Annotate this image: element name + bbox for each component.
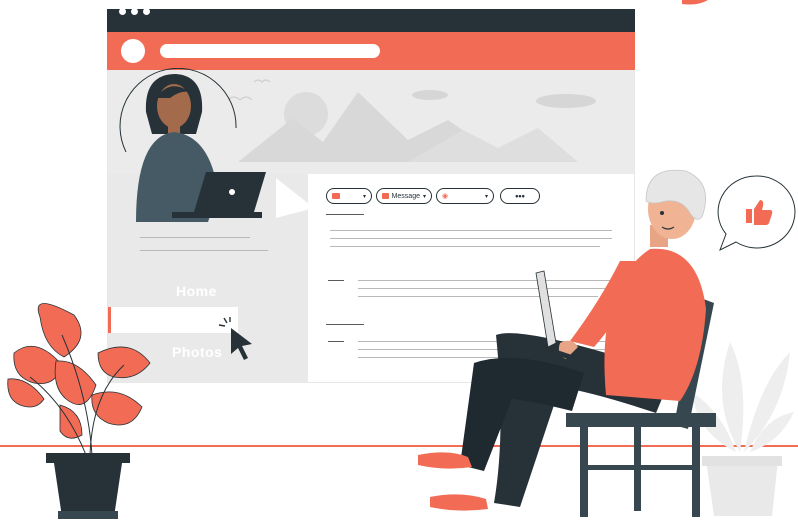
window-dot-icon — [143, 8, 150, 15]
window-titlebar — [107, 9, 635, 32]
window-dot-icon — [131, 8, 138, 15]
profile-circle-icon[interactable] — [121, 39, 145, 63]
nav-photos[interactable]: Photos — [172, 344, 222, 360]
content-line — [326, 214, 364, 215]
illustration-scene: Home Photos ▾ Message ▾ ◉ ▾ ••• — [0, 0, 798, 523]
like-button[interactable]: ▾ — [326, 188, 372, 204]
man-sitting-with-laptop-icon — [418, 169, 716, 517]
sidebar-line — [140, 237, 250, 238]
message-icon — [382, 193, 389, 199]
thumbs-up-icon — [332, 193, 340, 199]
content-line — [328, 341, 344, 342]
nav-home[interactable]: Home — [176, 283, 217, 299]
thumbs-up-icon — [746, 200, 773, 225]
content-line — [326, 324, 364, 325]
accent-shape — [682, 0, 708, 5]
window-dot-icon — [119, 8, 126, 15]
url-field[interactable] — [160, 44, 380, 58]
sidebar-line — [140, 250, 268, 251]
potted-plant-icon — [7, 303, 151, 519]
woman-with-laptop-icon — [136, 74, 266, 222]
chevron-down-icon: ▾ — [362, 193, 366, 200]
content-line — [328, 280, 344, 281]
mouse-cursor-icon — [218, 317, 252, 360]
